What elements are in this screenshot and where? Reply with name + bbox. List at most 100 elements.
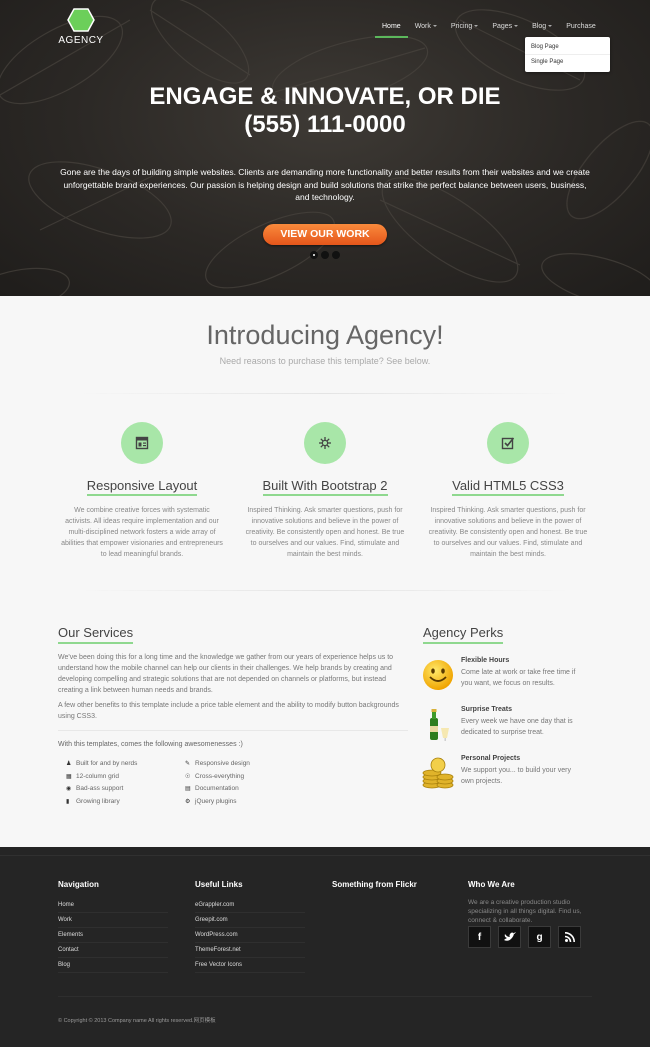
footer-link-work[interactable]: Work [58, 913, 168, 928]
nav-item-pricing[interactable]: Pricing [444, 22, 485, 38]
feature-icon-circle [121, 422, 163, 464]
services-paragraph-2: A few other benefits to this template in… [58, 702, 399, 720]
nav-item-home[interactable]: Home [375, 22, 408, 38]
perks-title: Agency Perks [423, 625, 504, 644]
footer-link-home[interactable]: Home [58, 898, 168, 913]
footer-link-elements[interactable]: Elements [58, 928, 168, 943]
list-item: ▦ 12-column grid [66, 772, 119, 780]
list-item: ✎ Responsive design [185, 759, 250, 767]
chevron-down-icon [474, 25, 479, 28]
twitter-icon[interactable] [498, 926, 521, 948]
feature-bootstrap: Built With Bootstrap 2 Inspired Thinking… [240, 422, 410, 560]
chevron-down-icon [432, 25, 437, 28]
checkbox-icon [501, 437, 515, 450]
hero-subtitle: Gone are the days of building simple web… [60, 167, 590, 202]
perk-text: Come late at work or take free time if y… [461, 669, 576, 687]
nav-item-label: Work [414, 23, 431, 30]
dropdown-item-single-page[interactable]: Single Page [525, 54, 610, 69]
awesomeness-intro: With this templates, comes the following… [58, 741, 243, 748]
nav-item-label: Purchase [566, 23, 596, 30]
eye-icon: ☉ [185, 773, 191, 780]
footer-who-we-are: Who We Are We are a creative production … [468, 880, 588, 925]
logo-text: AGENCY [58, 35, 104, 46]
smiley-icon [423, 660, 453, 690]
user-icon: ♟ [66, 760, 72, 767]
copyright-text: © Copyright © 2013 Company name All righ… [58, 1018, 216, 1024]
nav-item-label: Home [382, 23, 401, 30]
divider [80, 393, 570, 394]
nav-item-label: Pricing [450, 23, 473, 30]
perk-text: Every week we have one day that is dedic… [461, 718, 573, 736]
google-plus-icon[interactable]: g [528, 926, 551, 948]
list-item: ♟ Built for and by nerds [66, 759, 138, 767]
list-item: ☉ Cross-everything [185, 772, 245, 780]
pencil-icon: ✎ [185, 760, 191, 767]
services-title: Our Services [58, 625, 134, 644]
footer-heading: Who We Are [468, 880, 515, 889]
divider [80, 590, 570, 591]
feature-list-right: ✎ Responsive design ☉ Cross-everything ▤ Do… [185, 757, 250, 808]
footer-who-text: We are a creative production studio spec… [468, 899, 582, 924]
divider [58, 996, 592, 997]
footer-link-contact[interactable]: Contact [58, 943, 168, 958]
footer-heading: Navigation [58, 880, 99, 889]
document-icon: ▤ [185, 786, 191, 793]
perk-title: Personal Projects [461, 755, 521, 762]
feature-title: Valid HTML5 CSS3 [423, 478, 593, 496]
facebook-icon[interactable]: f [468, 926, 491, 948]
feature-text: Inspired Thinking. Ask smarter questions… [428, 507, 588, 558]
perk-text: We support you... to build your very own… [461, 767, 571, 785]
feature-title: Built With Bootstrap 2 [240, 478, 410, 496]
cog-icon: ⚙ [185, 799, 191, 806]
list-item: ▮ Growing library [66, 798, 120, 806]
hero-title: ENGAGE & INNOVATE, OR DIE (555) 111-0000 [0, 83, 650, 139]
footer-heading: Useful Links [195, 880, 243, 889]
main-nav: Home Work Pricing Pages Blog Purchase [375, 22, 603, 38]
footer-navigation: Navigation Home Work Elements Contact Bl… [58, 880, 168, 973]
rss-glyph [564, 932, 575, 942]
social-links: f g [468, 926, 581, 948]
layout-icon [135, 436, 149, 450]
footer-link-free-vector-icons[interactable]: Free Vector Icons [195, 958, 305, 973]
nav-item-blog[interactable]: Blog [525, 22, 559, 38]
twitter-bird-glyph [503, 932, 516, 941]
globe-icon: ◉ [66, 786, 72, 793]
intro-title: Introducing Agency! [206, 320, 444, 350]
intro-subtitle: Need reasons to purchase this template? … [219, 356, 431, 366]
view-our-work-button[interactable]: VIEW OUR WORK [263, 224, 387, 245]
list-item: ◉ Bad-ass support [66, 785, 124, 793]
feature-text: We combine creative forces with systemat… [61, 507, 223, 558]
nav-item-purchase[interactable]: Purchase [559, 22, 603, 38]
list-item: ⚙ jQuery plugins [185, 798, 237, 806]
blog-dropdown-menu: Blog Page Single Page [525, 37, 610, 72]
dropdown-item-blog-page[interactable]: Blog Page [525, 40, 610, 54]
footer-link-themeforest[interactable]: ThemeForest.net [195, 943, 305, 958]
footer-link-greepit[interactable]: Greepit.com [195, 913, 305, 928]
feature-icon-circle [487, 422, 529, 464]
divider [58, 730, 408, 731]
footer-link-egrappler[interactable]: eGrappler.com [195, 898, 305, 913]
feature-title: Responsive Layout [57, 478, 227, 496]
nav-item-pages[interactable]: Pages [485, 22, 525, 38]
slider-dots [310, 251, 340, 259]
footer-link-blog[interactable]: Blog [58, 958, 168, 973]
nav-item-work[interactable]: Work [408, 22, 444, 38]
slider-dot-2[interactable] [321, 251, 329, 259]
footer-heading: Something from Flickr [332, 880, 417, 889]
hero-title-line1: ENGAGE & INNOVATE, OR DIE [149, 83, 501, 110]
footer-link-wordpress[interactable]: WordPress.com [195, 928, 305, 943]
nav-item-label: Blog [532, 23, 547, 30]
feature-html5-css3: Valid HTML5 CSS3 Inspired Thinking. Ask … [423, 422, 593, 560]
slider-dot-1[interactable] [310, 251, 318, 259]
logo[interactable]: AGENCY [58, 8, 104, 46]
chevron-down-icon [548, 25, 553, 28]
rss-icon[interactable] [558, 926, 581, 948]
feature-icon-circle [304, 422, 346, 464]
footer-useful-links: Useful Links eGrappler.com Greepit.com W… [195, 880, 305, 973]
perk-title: Flexible Hours [461, 657, 510, 664]
divider [0, 855, 650, 856]
slider-dot-3[interactable] [332, 251, 340, 259]
list-item: ▤ Documentation [185, 785, 239, 793]
chevron-down-icon [514, 25, 519, 28]
grid-icon: ▦ [66, 773, 72, 780]
